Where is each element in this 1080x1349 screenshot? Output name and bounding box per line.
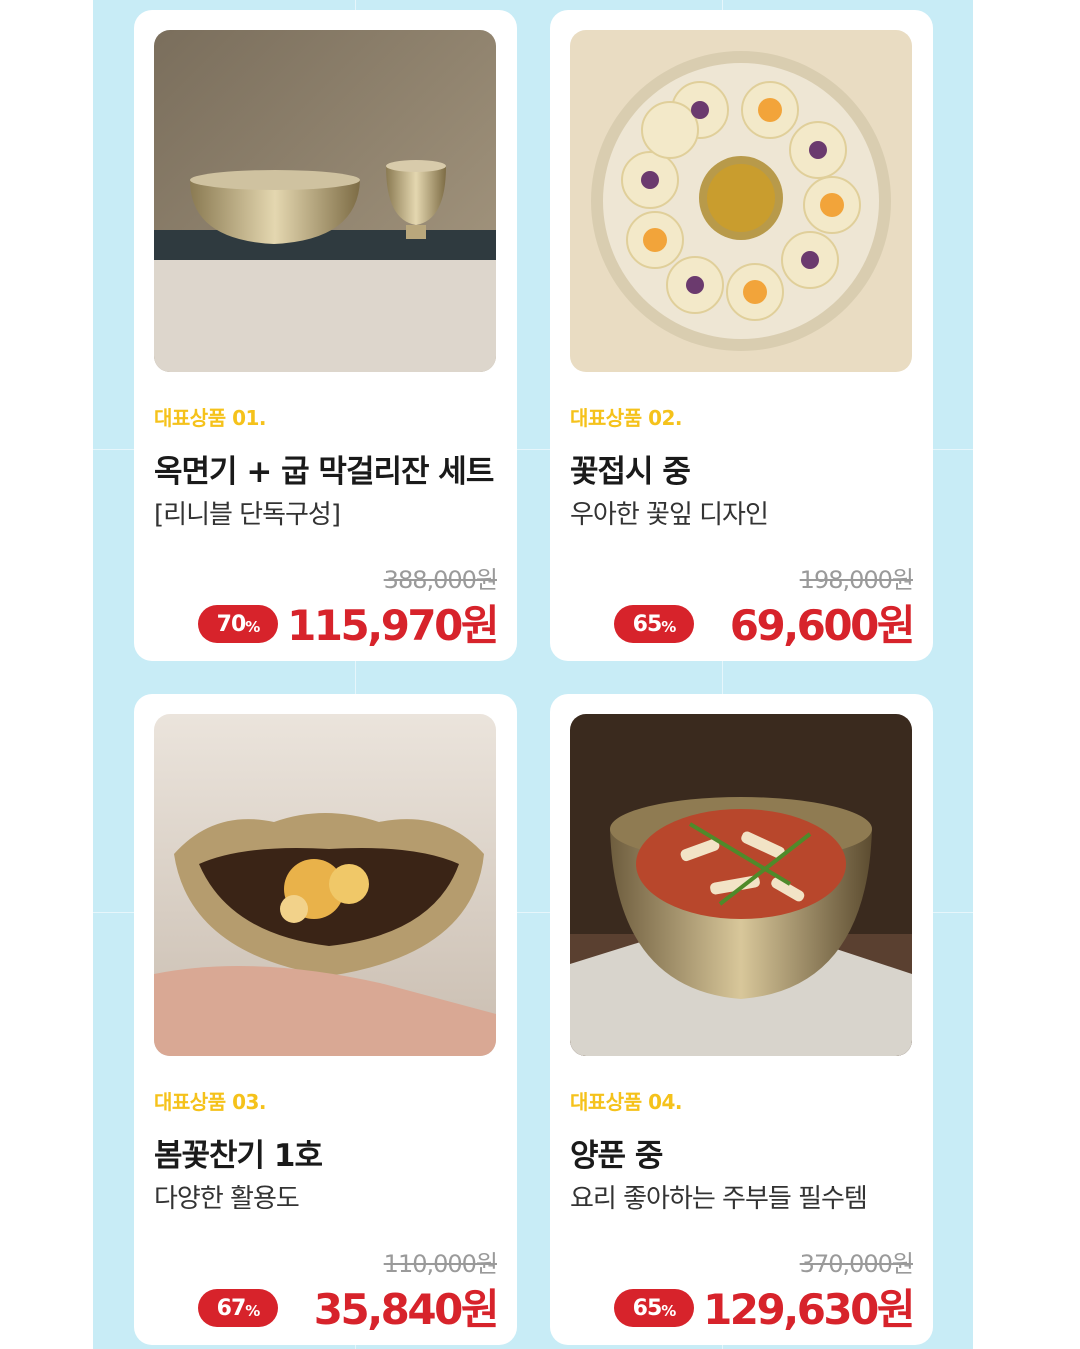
discount-badge: 67%: [198, 1289, 278, 1327]
discount-unit: %: [661, 618, 676, 636]
product-card-02[interactable]: 대표상품 02. 꽃접시 중 우아한 꽃잎 디자인 198,000원 65% 6…: [550, 10, 933, 661]
product-card-03[interactable]: 대표상품 03. 봄꽃찬기 1호 다양한 활용도 110,000원 67% 35…: [134, 694, 517, 1345]
discount-unit: %: [245, 1302, 260, 1320]
product-card-01[interactable]: 대표상품 01. 옥면기 + 굽 막걸리잔 세트 [리니블 단독구성] 388,…: [134, 10, 517, 661]
flower-plate-photo[interactable]: [570, 30, 912, 372]
product-subtitle: 우아한 꽃잎 디자인: [570, 500, 769, 530]
discount-badge: 65%: [614, 1289, 694, 1327]
sale-price: 129,630원: [703, 1285, 915, 1334]
original-price: 370,000원: [799, 1250, 914, 1278]
product-card-04[interactable]: 대표상품 04. 양푼 중 요리 좋아하는 주부들 필수템 370,000원 6…: [550, 694, 933, 1345]
product-subtitle: [리니블 단독구성]: [154, 500, 341, 530]
product-name[interactable]: 양푼 중: [570, 1130, 663, 1175]
discount-unit: %: [245, 618, 260, 636]
product-tag: 대표상품 02.: [570, 406, 683, 430]
sale-price: 35,840원: [313, 1285, 500, 1334]
brass-bowl-and-cup-photo[interactable]: [154, 30, 496, 372]
original-price: 388,000원: [383, 566, 498, 594]
side-dish-bowl-photo[interactable]: [154, 714, 496, 1056]
original-price: 198,000원: [799, 566, 914, 594]
product-name[interactable]: 봄꽃찬기 1호: [154, 1130, 323, 1175]
product-subtitle: 요리 좋아하는 주부들 필수템: [570, 1184, 868, 1214]
product-subtitle: 다양한 활용도: [154, 1184, 300, 1214]
discount-value: 65: [632, 611, 663, 637]
discount-value: 65: [632, 1295, 663, 1321]
discount-value: 70: [216, 611, 247, 637]
discount-value: 67: [216, 1295, 247, 1321]
kimchi-bowl-photo[interactable]: [570, 714, 912, 1056]
product-tag: 대표상품 04.: [570, 1090, 683, 1114]
discount-unit: %: [661, 1302, 676, 1320]
sale-price: 69,600원: [729, 601, 916, 650]
product-name[interactable]: 옥면기 + 굽 막걸리잔 세트: [154, 446, 494, 491]
product-tag: 대표상품 01.: [154, 406, 267, 430]
original-price: 110,000원: [383, 1250, 498, 1278]
discount-badge: 70%: [198, 605, 278, 643]
product-tag: 대표상품 03.: [154, 1090, 267, 1114]
product-name[interactable]: 꽃접시 중: [570, 446, 691, 491]
sale-price: 115,970원: [287, 601, 499, 650]
discount-badge: 65%: [614, 605, 694, 643]
